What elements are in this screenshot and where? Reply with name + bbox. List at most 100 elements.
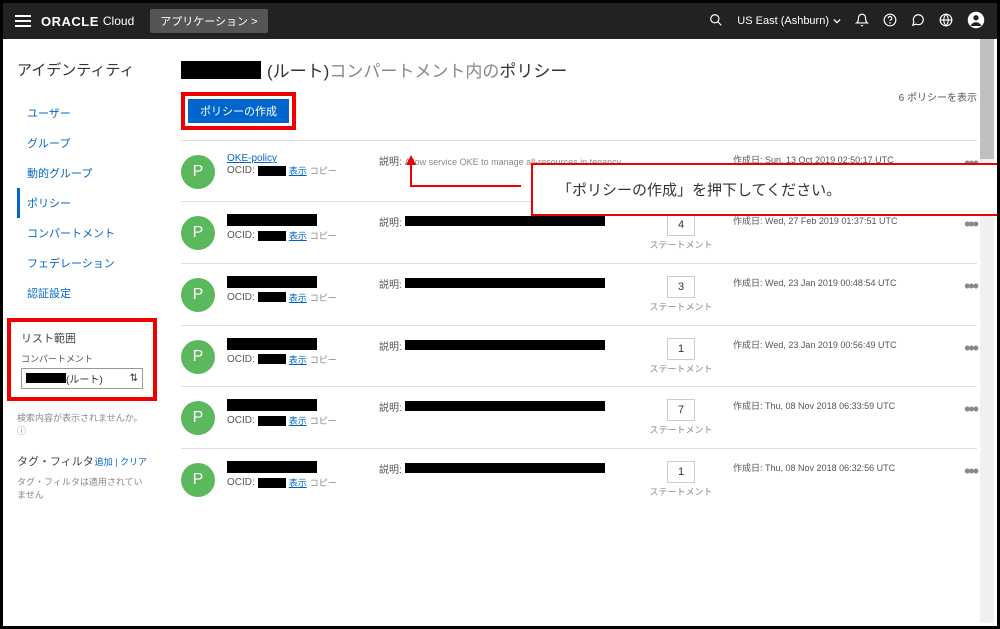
stmt-label: ステートメント [641,240,721,251]
page-title: (ルート) コンパートメント内の ポリシー [181,57,977,82]
tag-filter-actions[interactable]: 追加 | クリア [95,455,147,468]
region-selector[interactable]: US East (Ashburn) [737,15,841,27]
top-navigation-bar: ORACLE Cloud アプリケーション > US East (Ashburn… [3,3,997,39]
row-actions-icon[interactable]: ••• [964,214,977,235]
created-date: Thu, 08 Nov 2018 06:33:59 UTC [765,401,895,411]
ocid-copy-link[interactable]: コピー [310,164,337,177]
annotation-arrow [386,151,526,211]
sidebar-item-compartments[interactable]: コンパートメント [17,218,147,248]
title-root: (ルート) [267,57,329,82]
main-container: アイデンティティ ユーザー グループ 動的グループ ポリシー コンパートメント … [3,39,997,626]
stmt-label: ステートメント [641,425,721,436]
tag-filter-title: タグ・フィルタ [17,453,94,469]
redacted-ocid [258,231,286,241]
ocid-label: OCID: [227,415,255,426]
compartment-select[interactable]: (ルート) ⇅ [21,368,143,389]
ocid-show-link[interactable]: 表示 [289,414,307,427]
desc-label: 説明: [379,218,402,229]
sidebar-item-users[interactable]: ユーザー [17,98,147,128]
redacted-policy-name [227,338,317,350]
redacted-desc [405,340,605,350]
globe-icon[interactable] [939,13,953,30]
help-icon[interactable] [883,13,897,30]
tag-filter-section: タグ・フィルタ 追加 | クリア タグ・フィルタは適用されていません [17,453,147,501]
chevron-down-icon [833,17,841,25]
created-date: Wed, 23 Jan 2019 00:48:54 UTC [765,278,896,288]
info-icon[interactable]: ⓘ [17,426,26,436]
application-button[interactable]: アプリケーション > [150,9,267,33]
ocid-show-link[interactable]: 表示 [289,353,307,366]
row-actions-icon[interactable]: ••• [964,276,977,297]
statement-count[interactable]: 1 [667,461,695,483]
sidebar-item-federation[interactable]: フェデレーション [17,248,147,278]
menu-icon[interactable] [15,12,31,30]
created-label: 作成日: [733,401,763,411]
create-button-highlight: ポリシーの作成 [181,92,296,130]
sidebar-item-policies[interactable]: ポリシー [17,188,147,218]
sidebar-item-groups[interactable]: グループ [17,128,147,158]
redacted-compartment-name [26,373,66,383]
bell-icon[interactable] [855,13,869,30]
scrollbar-track[interactable] [980,39,994,623]
statement-count[interactable]: 1 [667,338,695,360]
ocid-copy-link[interactable]: コピー [310,353,337,366]
policy-row: P OCID: 表示 コピー 説明: 1ステートメント 作成日: Wed, 23… [181,325,977,387]
ocid-show-link[interactable]: 表示 [289,164,307,177]
redacted-desc [405,463,605,473]
sidebar-item-dynamic-groups[interactable]: 動的グループ [17,158,147,188]
policy-row: P OCID: 表示 コピー 説明: 7ステートメント 作成日: Thu, 08… [181,386,977,448]
list-scope-title: リスト範囲 [21,330,143,346]
ocid-copy-link[interactable]: コピー [310,229,337,242]
sidebar-item-auth-settings[interactable]: 認証設定 [17,278,147,308]
ocid-show-link[interactable]: 表示 [289,229,307,242]
create-policy-button[interactable]: ポリシーの作成 [188,99,289,123]
list-scope-section: リスト範囲 コンパートメント (ルート) ⇅ [7,318,157,401]
policy-badge: P [181,340,215,374]
ocid-show-link[interactable]: 表示 [289,476,307,489]
created-label: 作成日: [733,278,763,288]
statement-count[interactable]: 3 [667,276,695,298]
stmt-label: ステートメント [641,364,721,375]
annotation-callout: 「ポリシーの作成」を押下してください。 [531,163,997,216]
desc-label: 説明: [379,342,402,353]
avatar-icon[interactable] [967,11,985,32]
desc-label: 説明: [379,280,402,291]
ocid-copy-link[interactable]: コピー [310,291,337,304]
created-label: 作成日: [733,463,763,473]
ocid-label: OCID: [227,292,255,303]
region-label: US East (Ashburn) [737,15,829,27]
brand-logo: ORACLE [41,14,99,29]
ocid-label: OCID: [227,477,255,488]
statement-count[interactable]: 4 [667,214,695,236]
ocid-copy-link[interactable]: コピー [310,476,337,489]
compartment-label: コンパートメント [21,352,143,365]
search-icon[interactable] [709,13,723,30]
scrollbar-thumb[interactable] [980,39,994,159]
ocid-label: OCID: [227,165,255,176]
policy-row: P OCID: 表示 コピー 説明: 3ステートメント 作成日: Wed, 23… [181,263,977,325]
desc-label: 説明: [379,465,402,476]
row-actions-icon[interactable]: ••• [964,461,977,482]
created-label: 作成日: [733,216,763,226]
redacted-desc [405,216,605,226]
chat-icon[interactable] [911,13,925,30]
redacted-policy-name [227,399,317,411]
row-actions-icon[interactable]: ••• [964,399,977,420]
redacted-desc [405,278,605,288]
statement-count[interactable]: 7 [667,399,695,421]
redacted-policy-name [227,214,317,226]
redacted-ocid [258,416,286,426]
ocid-show-link[interactable]: 表示 [289,291,307,304]
policy-badge: P [181,155,215,189]
created-date: Wed, 27 Feb 2019 01:37:51 UTC [765,216,897,226]
ocid-copy-link[interactable]: コピー [310,414,337,427]
sidebar-title: アイデンティティ [17,59,147,80]
stmt-label: ステートメント [641,302,721,313]
tag-filter-note: タグ・フィルタは適用されていません [17,475,147,501]
row-actions-icon[interactable]: ••• [964,338,977,359]
policy-name-link[interactable]: OKE-policy [227,153,277,164]
created-date: Wed, 23 Jan 2019 00:56:49 UTC [765,340,896,350]
redacted-desc [405,401,605,411]
policy-badge: P [181,463,215,497]
redacted-ocid [258,354,286,364]
